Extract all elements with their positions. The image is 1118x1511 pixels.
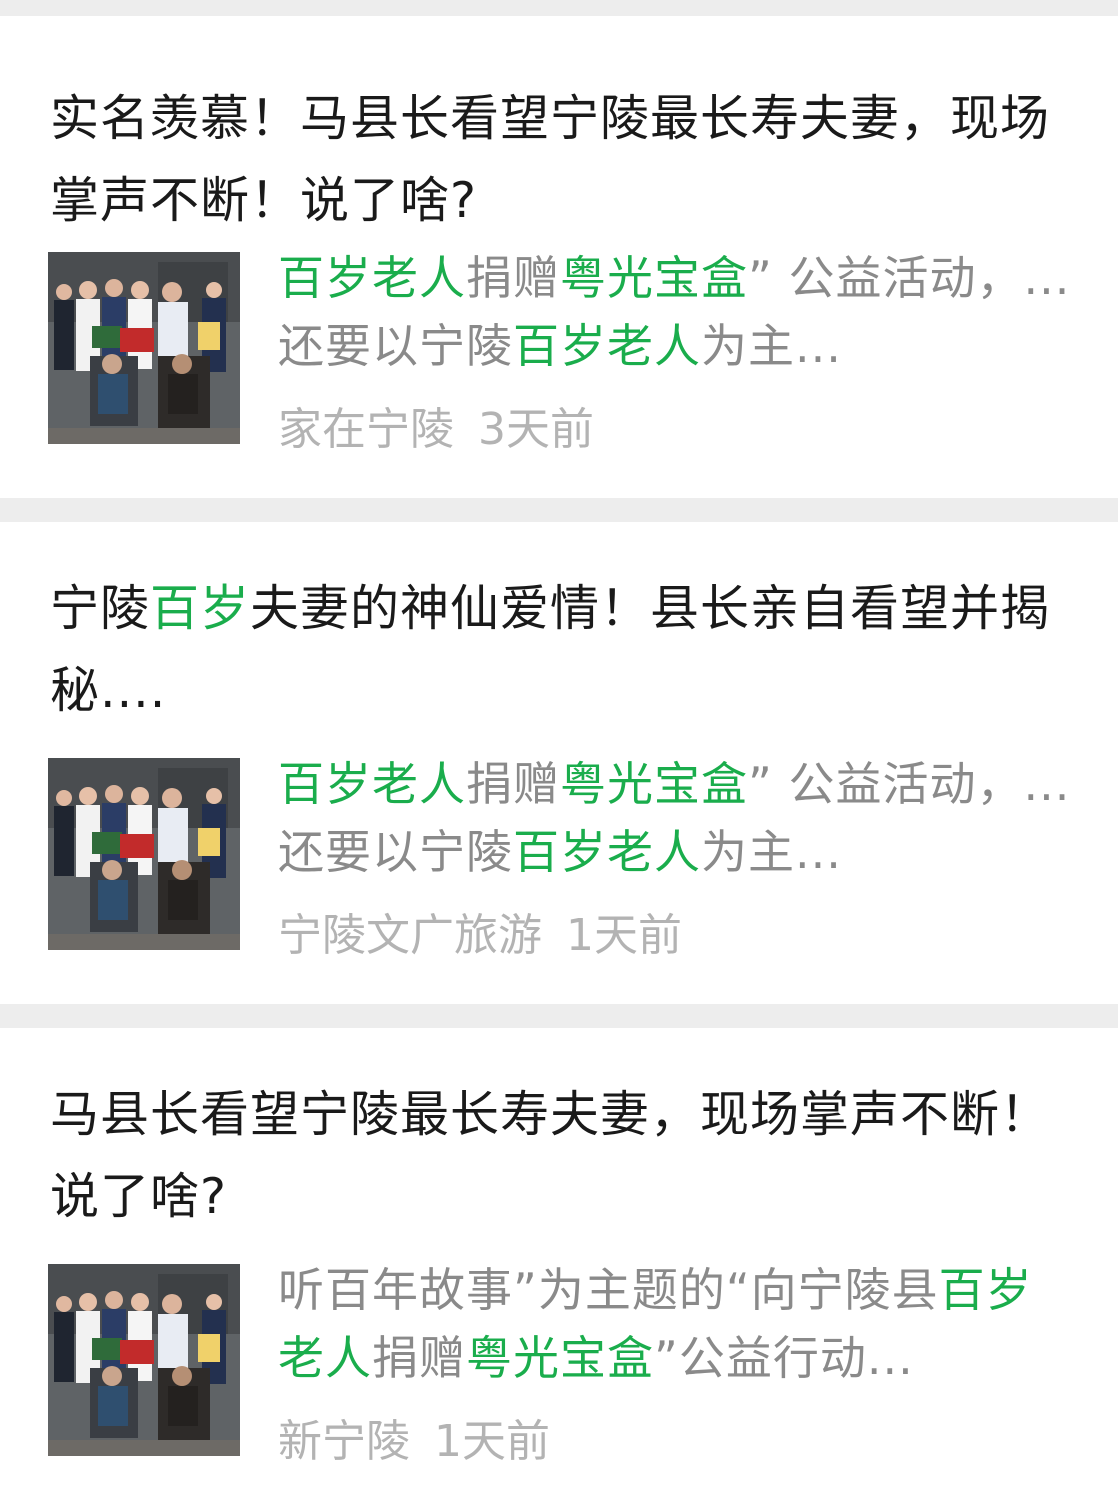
keyword-highlight: 粤光宝盒 xyxy=(560,251,748,305)
text-segment: ”公益行动... xyxy=(654,1331,914,1385)
result-card[interactable]: 实名羡慕！马县长看望宁陵最长寿夫妻，现场掌声不断！说了啥? 百岁老人捐赠粤光宝盒… xyxy=(0,16,1118,498)
result-title[interactable]: 马县长看望宁陵最长寿夫妻，现场掌声不断！说了啥? xyxy=(50,1074,1080,1238)
keyword-highlight: 百岁老人 xyxy=(513,319,701,373)
group-photo-thumbnail xyxy=(48,252,240,444)
text-segment: 捐赠 xyxy=(372,1331,466,1385)
text-segment: 实名羡慕！马县长看望宁陵最长寿夫妻，现场掌声不断！说了啥? xyxy=(50,90,1051,229)
result-thumbnail xyxy=(48,758,240,950)
result-title[interactable]: 宁陵百岁夫妻的神仙爱情！县长亲自看望并揭秘.... xyxy=(50,568,1080,732)
result-time: 1天前 xyxy=(434,1416,550,1467)
text-segment: 马县长看望宁陵最长寿夫妻，现场掌声不断！说了啥? xyxy=(50,1086,1051,1225)
result-source[interactable]: 新宁陵 xyxy=(278,1416,410,1467)
text-segment: 宁陵 xyxy=(50,580,151,637)
result-snippet: 听百年故事”为主题的“向宁陵县百岁老人捐赠粤光宝盒”公益行动... xyxy=(278,1256,1078,1392)
result-time: 1天前 xyxy=(566,910,682,961)
keyword-highlight: 百岁老人 xyxy=(278,757,466,811)
text-segment: 听百年故事”为主题的“向宁陵县 xyxy=(278,1263,939,1317)
group-photo-thumbnail xyxy=(48,1264,240,1456)
keyword-highlight: 百岁老人 xyxy=(278,251,466,305)
search-results-feed: 实名羡慕！马县长看望宁陵最长寿夫妻，现场掌声不断！说了啥? 百岁老人捐赠粤光宝盒… xyxy=(0,0,1118,1511)
keyword-highlight: 粤光宝盒 xyxy=(466,1331,654,1385)
text-segment: 捐赠 xyxy=(466,251,560,305)
result-meta: 新宁陵 1天前 xyxy=(278,1412,1078,1472)
result-card[interactable]: 宁陵百岁夫妻的神仙爱情！县长亲自看望并揭秘.... 百岁老人捐赠粤光宝盒” 公益… xyxy=(0,522,1118,1004)
result-thumbnail xyxy=(48,1264,240,1456)
result-snippet: 百岁老人捐赠粤光宝盒” 公益活动，... 还要以宁陵百岁老人为主... xyxy=(278,244,1078,380)
group-photo-thumbnail xyxy=(48,758,240,950)
result-meta: 宁陵文广旅游 1天前 xyxy=(278,906,1078,966)
result-meta: 家在宁陵 3天前 xyxy=(278,400,1078,460)
result-snippet: 百岁老人捐赠粤光宝盒” 公益活动，... 还要以宁陵百岁老人为主... xyxy=(278,750,1078,886)
keyword-highlight: 百岁老人 xyxy=(513,825,701,879)
result-time: 3天前 xyxy=(478,404,594,455)
result-thumbnail xyxy=(48,252,240,444)
keyword-highlight: 百岁 xyxy=(150,580,251,637)
text-segment: 捐赠 xyxy=(466,757,560,811)
result-source[interactable]: 家在宁陵 xyxy=(278,404,454,455)
keyword-highlight: 粤光宝盒 xyxy=(560,757,748,811)
result-card[interactable]: 马县长看望宁陵最长寿夫妻，现场掌声不断！说了啥? 听百年故事”为主题的“向宁陵县… xyxy=(0,1028,1118,1511)
result-title[interactable]: 实名羡慕！马县长看望宁陵最长寿夫妻，现场掌声不断！说了啥? xyxy=(50,78,1080,242)
text-segment: 为主... xyxy=(701,825,842,879)
result-source[interactable]: 宁陵文广旅游 xyxy=(278,910,542,961)
text-segment: 为主... xyxy=(701,319,842,373)
